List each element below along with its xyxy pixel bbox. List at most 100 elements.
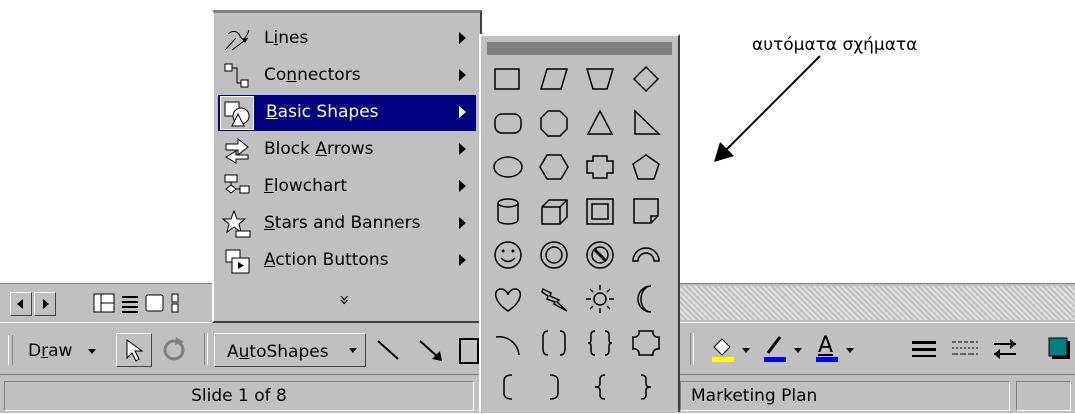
shape-right-triangle[interactable] xyxy=(634,109,661,135)
dash-style-icon[interactable] xyxy=(950,335,980,363)
submenu-arrow-icon xyxy=(459,106,466,118)
menu-item-lines[interactable]: Lines xyxy=(218,21,476,57)
shape-arc[interactable] xyxy=(495,336,520,356)
shape-plaque[interactable] xyxy=(632,330,660,356)
shape-heart[interactable] xyxy=(494,288,522,312)
shape-trapezoid[interactable] xyxy=(585,68,615,90)
menu-item-label: Basic Shapes xyxy=(266,102,379,122)
shape-right-brace[interactable] xyxy=(640,374,652,400)
shape-right-bracket[interactable] xyxy=(549,374,559,400)
dropdown-arrow-icon xyxy=(349,348,357,353)
menu-item-basic-shapes[interactable]: Basic Shapes xyxy=(218,95,476,131)
free-rotate-button[interactable] xyxy=(158,333,190,365)
shape-oval[interactable] xyxy=(493,156,523,178)
shape-no-symbol[interactable] xyxy=(586,241,614,269)
shape-can[interactable] xyxy=(497,198,519,225)
autoshapes-menu: Lines Connectors Basic Shapes Block Arro… xyxy=(212,10,482,323)
shape-double-brace[interactable] xyxy=(587,330,613,356)
fill-color-icon[interactable] xyxy=(708,333,754,365)
block-arrows-icon xyxy=(225,137,249,164)
select-objects-button[interactable] xyxy=(116,333,152,367)
shape-cross[interactable] xyxy=(586,155,614,179)
menu-item-flowchart[interactable]: Flowchart xyxy=(218,169,476,205)
shape-parallelogram[interactable] xyxy=(539,68,569,90)
flowchart-icon xyxy=(224,174,250,194)
menu-item-label: Connectors xyxy=(264,65,361,85)
action-buttons-icon xyxy=(225,249,250,274)
toolbar-separator xyxy=(690,333,694,365)
line-color-icon[interactable] xyxy=(760,333,806,365)
submenu-arrow-icon xyxy=(459,217,466,229)
menu-item-label: Action Buttons xyxy=(264,250,389,270)
menu-item-label: Flowchart xyxy=(264,176,348,196)
autoshapes-label: AutoShapes xyxy=(227,342,329,362)
connectors-icon xyxy=(224,63,249,88)
line-icon[interactable] xyxy=(374,335,404,365)
shape-moon[interactable] xyxy=(637,285,652,313)
status-slide: Slide 1 of 8 xyxy=(191,386,287,406)
shape-grid xyxy=(493,65,661,400)
menu-item-connectors[interactable]: Connectors xyxy=(218,58,476,94)
toolbar-separator xyxy=(204,333,208,365)
shape-diamond[interactable] xyxy=(632,65,660,93)
shape-rounded-rectangle[interactable] xyxy=(494,113,522,134)
status-extra-pane xyxy=(1016,381,1071,411)
submenu-arrow-icon xyxy=(459,32,466,44)
font-color-icon: A xyxy=(818,333,834,358)
draw-menu-button[interactable]: Draw xyxy=(18,333,104,365)
menu-item-label: Block Arrows xyxy=(264,139,374,159)
free-rotate-icon xyxy=(163,337,185,361)
shape-sun[interactable] xyxy=(586,285,614,313)
shape-cube[interactable] xyxy=(541,199,568,225)
shape-double-bracket[interactable] xyxy=(542,330,566,356)
basic-shapes-palette xyxy=(479,34,680,412)
menu-item-label: Lines xyxy=(264,28,309,48)
shape-regular-pentagon[interactable] xyxy=(632,154,660,180)
arrow-style-icon[interactable] xyxy=(990,335,1020,363)
shape-donut[interactable] xyxy=(540,241,568,269)
annotation-arrow xyxy=(714,55,821,162)
draw-label: Draw xyxy=(28,341,73,361)
scroll-right-button[interactable] xyxy=(34,292,56,316)
menu-item-stars-banners[interactable]: Stars and Banners xyxy=(218,206,476,242)
menu-item-label: Stars and Banners xyxy=(264,213,421,233)
line-style-icon[interactable] xyxy=(910,335,940,363)
menu-item-block-arrows[interactable]: Block Arrows xyxy=(218,132,476,168)
stars-banners-icon xyxy=(222,209,251,238)
submenu-arrow-icon xyxy=(459,69,466,81)
scroll-right-icon xyxy=(43,299,49,309)
lines-icon xyxy=(224,29,250,51)
scroll-left-button[interactable] xyxy=(10,292,32,316)
status-slide-pane: Slide 1 of 8 xyxy=(4,381,474,411)
font-color-button[interactable]: A xyxy=(812,333,858,365)
slide-sorter-icon[interactable] xyxy=(171,293,179,313)
shape-octagon[interactable] xyxy=(540,110,568,137)
shape-left-bracket[interactable] xyxy=(503,374,513,400)
slide-view-icon[interactable] xyxy=(145,294,164,312)
view-buttons xyxy=(88,290,216,318)
arrow-icon[interactable] xyxy=(416,335,446,365)
scroll-left-icon xyxy=(17,299,23,309)
shape-hexagon[interactable] xyxy=(539,154,569,180)
shape-smiley-face[interactable] xyxy=(494,241,522,269)
dropdown-arrow-icon xyxy=(846,348,854,353)
submenu-arrow-icon xyxy=(459,143,466,155)
shape-isosceles-triangle[interactable] xyxy=(586,109,614,135)
font-color-swatch xyxy=(816,357,838,362)
autoshapes-menu-button[interactable]: AutoShapes xyxy=(214,333,366,367)
expand-menu-icon[interactable]: » xyxy=(333,288,355,312)
submenu-arrow-icon xyxy=(459,180,466,192)
shape-block-arc[interactable] xyxy=(632,247,660,262)
shadow-icon[interactable] xyxy=(1046,335,1075,363)
shape-lightning-bolt[interactable] xyxy=(541,287,568,312)
shape-left-brace[interactable] xyxy=(594,374,606,400)
toolbar-grip xyxy=(8,335,13,365)
submenu-arrow-icon xyxy=(459,254,466,266)
select-arrow-icon xyxy=(126,339,144,362)
shape-rectangle[interactable] xyxy=(494,68,520,90)
outline-view-icon[interactable] xyxy=(122,296,138,313)
normal-view-icon[interactable] xyxy=(93,293,115,313)
shape-folded-corner[interactable] xyxy=(633,198,659,224)
menu-item-action-buttons[interactable]: Action Buttons xyxy=(218,243,476,279)
shape-bevel[interactable] xyxy=(586,198,614,225)
